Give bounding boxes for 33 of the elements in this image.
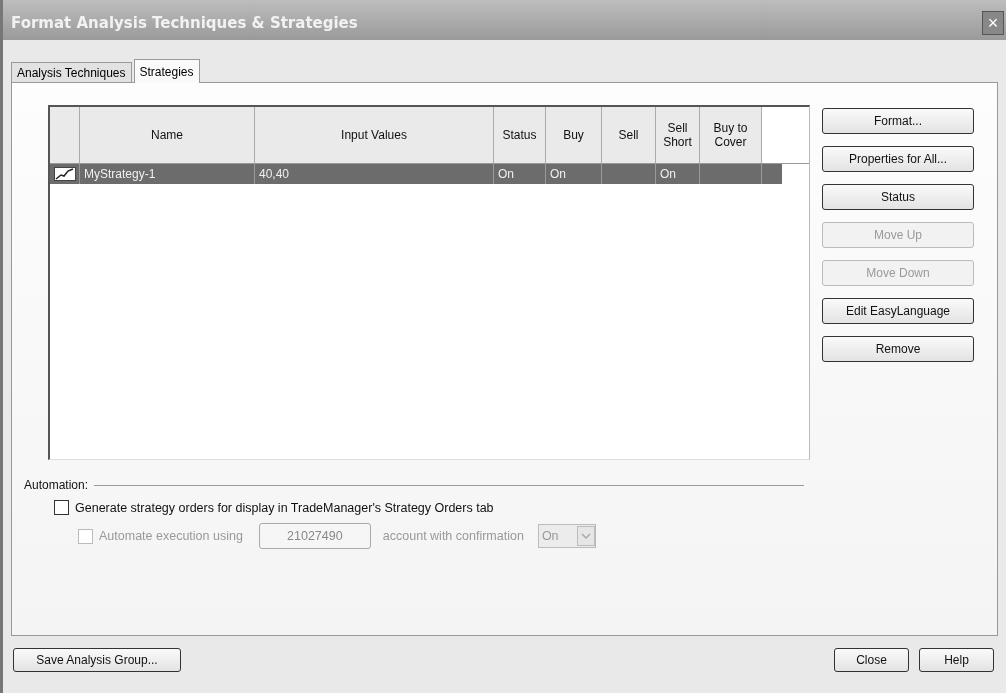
table-cell: On — [550, 167, 566, 181]
side-button[interactable]: Remove — [822, 336, 974, 362]
column-header[interactable]: Input Values — [255, 107, 494, 163]
tab[interactable]: Analysis Techniques — [11, 62, 132, 82]
column-header[interactable]: Status — [494, 107, 546, 163]
close-button[interactable]: × — [982, 11, 1004, 35]
column-header[interactable]: Sell Short — [656, 107, 700, 163]
section-heading: Automation: — [24, 478, 89, 492]
side-button[interactable]: Format... — [822, 108, 974, 134]
checkbox-label: Generate strategy orders for display in TradeManager's Strategy Orders tab — [75, 500, 494, 515]
tab[interactable]: Strategies — [133, 59, 200, 83]
side-button[interactable]: Properties for All... — [822, 146, 974, 172]
field-label: account with confirmation — [382, 529, 524, 543]
table-cell: On — [660, 167, 676, 181]
column-header[interactable]: Buy to Cover — [700, 107, 762, 163]
chart-line-icon — [54, 167, 76, 181]
table-cell: MyStrategy-1 — [84, 167, 156, 181]
chevron-down-icon[interactable] — [576, 526, 595, 546]
window-title: Format Analysis Techniques & Strategies — [11, 14, 358, 32]
side-button[interactable]: Status — [822, 184, 974, 210]
column-header[interactable]: Name — [80, 107, 255, 163]
save-button[interactable]: Save Analysis Group... — [13, 648, 181, 672]
table-cell: 40,40 — [259, 167, 290, 181]
table-row[interactable]: MyStrategy-1 40,40 On On On — [50, 164, 782, 184]
checkbox[interactable] — [54, 500, 69, 515]
column-header[interactable]: Sell — [602, 107, 656, 163]
checkbox-label: Automate execution using — [99, 529, 243, 543]
dialog-button[interactable]: Close — [834, 648, 909, 672]
column-header[interactable] — [50, 107, 80, 163]
dialog-button[interactable]: Help — [919, 648, 994, 672]
side-button[interactable]: Edit EasyLanguage — [822, 298, 974, 324]
table-cell: On — [498, 167, 514, 181]
column-header[interactable]: Buy — [546, 107, 602, 163]
